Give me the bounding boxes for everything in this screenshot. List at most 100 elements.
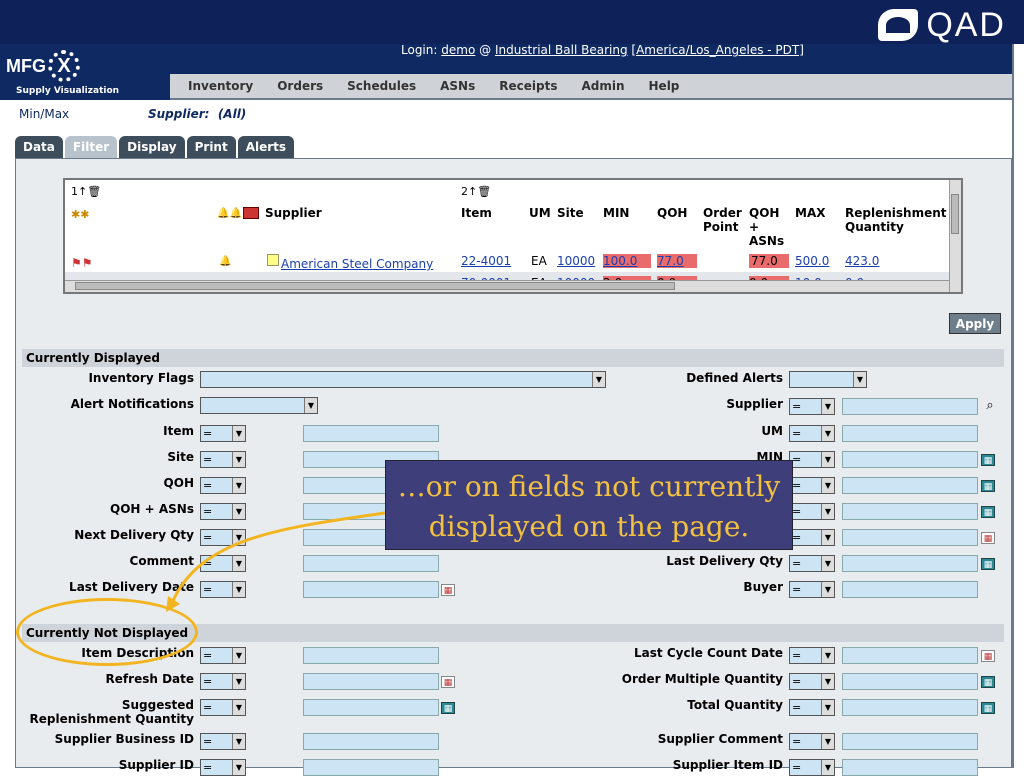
col-supplier[interactable]: Supplier [265,206,322,220]
calendar-icon[interactable]: ▦ [441,584,455,596]
tab-alerts[interactable]: Alerts [237,136,295,158]
main-nav: Inventory Orders Schedules ASNs Receipts… [170,74,1014,100]
refresh-date-input[interactable] [303,673,439,690]
um-input[interactable] [842,425,978,442]
label-refresh-date: Refresh Date [105,672,194,686]
login-user-link[interactable]: demo [441,43,475,57]
qoh-op-select[interactable]: = ▼ [200,477,246,494]
right-op-select-6[interactable]: = ▼ [789,503,835,520]
item-op-select[interactable]: = ▼ [200,425,246,442]
suggested-repl-op-select[interactable]: = ▼ [200,699,246,716]
col-qoh-asns[interactable]: QOH + ASNs [749,206,789,248]
row1-qoh[interactable]: 77.0 [657,254,697,268]
app-logo[interactable]: MFG X [6,50,82,82]
sort-indicator-1[interactable]: 1↑🗑 [71,185,101,198]
um-op-select[interactable]: = ▼ [789,425,835,442]
tab-display[interactable]: Display [119,136,185,158]
supplier-comment-input[interactable] [842,733,978,750]
buyer-input[interactable] [842,581,978,598]
calculator-icon[interactable]: ▦ [981,558,995,570]
supplier-value: (All) [217,107,247,121]
chevron-down-icon: ▼ [821,556,834,571]
gear-icon: X [48,50,80,82]
right-op-select-7[interactable]: = ▼ [789,529,835,546]
supplier-business-id-op-select[interactable]: = ▼ [200,733,246,750]
nav-schedules[interactable]: Schedules [347,79,416,93]
label-last-cycle-count-date: Last Cycle Count Date [634,646,783,660]
last-cycle-count-input[interactable] [842,647,978,664]
row1-max-link[interactable]: 500.0 [795,254,829,268]
chevron-down-icon: ▼ [821,734,834,749]
nav-inventory[interactable]: Inventory [188,79,253,93]
tab-print[interactable]: Print [186,136,236,158]
nav-help[interactable]: Help [649,79,680,93]
total-quantity-op-select[interactable]: = ▼ [789,699,835,716]
site-op-select[interactable]: = ▼ [200,451,246,468]
supplier-comment-op-select[interactable]: = ▼ [789,733,835,750]
horizontal-scroll-thumb[interactable] [75,282,675,290]
op-value: = [203,675,213,688]
col-order-point[interactable]: Order Point [703,206,747,234]
calculator-icon[interactable]: ▦ [981,480,995,492]
col-min[interactable]: MIN [603,206,629,220]
search-icon[interactable]: ⌕ [983,399,997,412]
calendar-icon[interactable]: ▦ [981,650,995,662]
supplier-op-select[interactable]: = ▼ [789,398,835,415]
calendar-icon[interactable]: ▦ [441,676,455,688]
calculator-icon[interactable]: ▦ [981,454,995,466]
supplier-input[interactable] [842,398,978,415]
right-op-select-5[interactable]: = ▼ [789,477,835,494]
row1-site-link[interactable]: 10000 [557,254,595,268]
right-input-6[interactable] [842,503,978,520]
supplier-business-id-input[interactable] [303,733,439,750]
order-multiple-op-select[interactable]: = ▼ [789,673,835,690]
defined-alerts-select[interactable]: ▼ [789,371,867,388]
item-input[interactable] [303,425,439,442]
row1-supplier-link[interactable]: American Steel Company [281,257,433,271]
right-input-5[interactable] [842,477,978,494]
sort-indicator-2[interactable]: 2↑🗑 [461,185,491,198]
login-timezone-link[interactable]: [America/Los_Angeles - PDT] [631,43,804,57]
row1-repl-link[interactable]: 423.0 [845,254,879,268]
chevron-down-icon: ▼ [232,674,245,689]
inventory-flags-select[interactable]: ▼ [200,371,606,388]
calculator-icon[interactable]: ▦ [981,676,995,688]
col-max[interactable]: MAX [795,206,825,220]
col-um[interactable]: UM [529,206,551,220]
col-replenishment[interactable]: Replenishment Quantity [845,206,946,234]
nav-orders[interactable]: Orders [277,79,323,93]
chevron-down-icon: ▼ [821,426,834,441]
col-qoh[interactable]: QOH [657,206,687,220]
alert-notifications-select[interactable]: ▼ [200,397,318,414]
nav-asns[interactable]: ASNs [440,79,475,93]
col-site[interactable]: Site [557,206,584,220]
calculator-icon[interactable]: ▦ [441,702,455,714]
right-input-7[interactable] [842,529,978,546]
calculator-icon[interactable]: ▦ [981,702,995,714]
row1-item-link[interactable]: 22-4001 [461,254,511,268]
item-description-input[interactable] [303,647,439,664]
min-op-select[interactable]: = ▼ [789,451,835,468]
nav-admin[interactable]: Admin [581,79,624,93]
tab-filter[interactable]: Filter [64,136,118,158]
nav-receipts[interactable]: Receipts [499,79,557,93]
login-company-link[interactable]: Industrial Ball Bearing [495,43,628,57]
row1-min[interactable]: 100.0 [603,254,651,268]
apply-button[interactable]: Apply [949,313,1001,334]
item-description-op-select[interactable]: = ▼ [200,647,246,664]
vertical-scroll-thumb[interactable] [951,194,959,234]
order-multiple-input[interactable] [842,673,978,690]
last-delivery-qty-input[interactable] [842,555,978,572]
row1-note-icon[interactable] [267,254,279,266]
buyer-op-select[interactable]: = ▼ [789,581,835,598]
last-cycle-count-op-select[interactable]: = ▼ [789,647,835,664]
col-item[interactable]: Item [461,206,492,220]
total-quantity-input[interactable] [842,699,978,716]
tab-data[interactable]: Data [15,136,63,158]
suggested-repl-input[interactable] [303,699,439,716]
last-delivery-qty-op-select[interactable]: = ▼ [789,555,835,572]
refresh-date-op-select[interactable]: = ▼ [200,673,246,690]
calendar-icon[interactable]: ▦ [981,532,995,544]
calculator-icon[interactable]: ▦ [981,506,995,518]
min-input[interactable] [842,451,978,468]
